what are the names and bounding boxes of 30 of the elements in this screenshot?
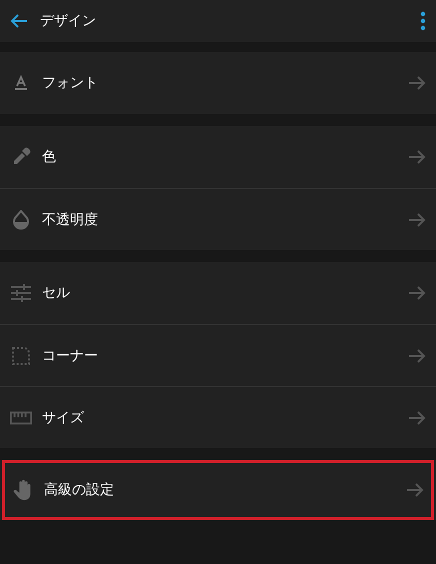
ruler-icon xyxy=(10,410,32,424)
settings-item[interactable]: セル xyxy=(0,262,436,324)
water-drop-icon xyxy=(12,210,30,230)
item-label: セル xyxy=(42,284,71,302)
item-label: フォント xyxy=(42,74,99,92)
text-format-icon xyxy=(13,75,29,91)
corner-icon xyxy=(11,346,31,366)
settings-item[interactable]: フォント xyxy=(0,52,436,114)
arrow-right-icon xyxy=(408,285,426,301)
arrow-right-icon xyxy=(408,75,426,91)
arrow-right-icon xyxy=(408,212,426,228)
arrow-right-icon xyxy=(408,410,426,426)
page-title: デザイン xyxy=(40,12,97,30)
item-label: サイズ xyxy=(42,408,85,426)
item-label: コーナー xyxy=(42,346,99,364)
more-options-icon[interactable] xyxy=(420,11,426,31)
settings-item[interactable]: 高級の設定 xyxy=(2,460,434,520)
settings-item[interactable]: 不透明度 xyxy=(0,188,436,250)
arrow-right-icon xyxy=(408,348,426,364)
settings-item[interactable]: コーナー xyxy=(0,324,436,386)
eyedropper-icon xyxy=(11,147,31,167)
sliders-icon xyxy=(11,284,31,302)
arrow-right-icon xyxy=(406,482,424,498)
settings-item[interactable]: 色 xyxy=(0,126,436,188)
item-label: 高級の設定 xyxy=(44,481,115,499)
item-label: 色 xyxy=(42,148,57,166)
arrow-right-icon xyxy=(408,149,426,165)
item-label: 不透明度 xyxy=(42,210,99,228)
back-arrow-icon[interactable] xyxy=(10,13,28,29)
settings-item[interactable]: サイズ xyxy=(0,386,436,448)
